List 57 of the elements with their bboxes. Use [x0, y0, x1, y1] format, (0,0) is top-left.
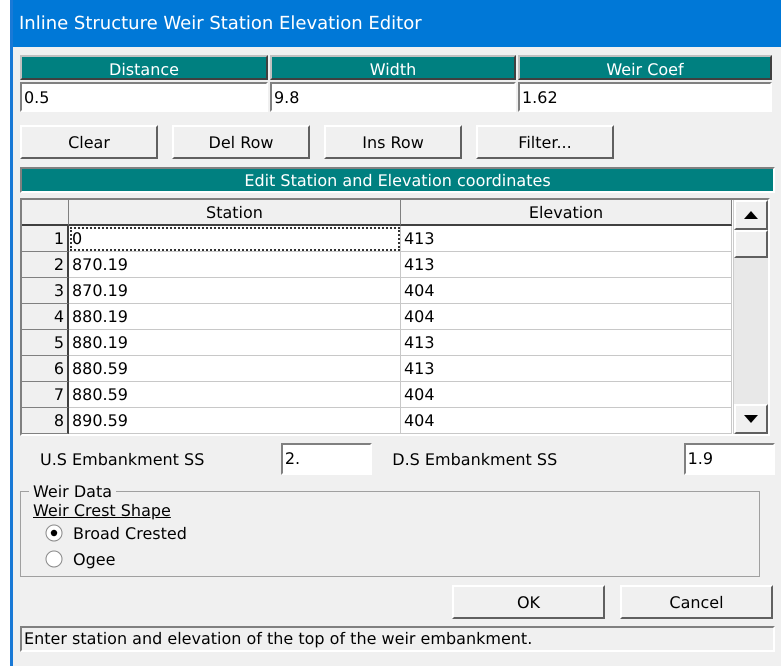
table-cell[interactable]: 870.19	[69, 252, 401, 278]
scroll-up-button[interactable]	[734, 200, 768, 230]
section-label: Weir Crest Shape	[33, 501, 172, 520]
table-cell[interactable]: 404	[401, 408, 732, 434]
row-number: 4	[22, 304, 69, 330]
input-field[interactable]: 1.9	[684, 443, 776, 475]
table-cell[interactable]: 880.19	[69, 304, 401, 330]
window-title: Inline Structure Weir Station Elevation Editor	[13, 0, 781, 47]
scroll-down-button[interactable]	[734, 404, 768, 434]
toolbar-button[interactable]: Clear	[20, 125, 158, 159]
field-label: U.S Embankment SS	[39, 450, 206, 468]
table-cell[interactable]: 890.59	[69, 408, 401, 434]
field-label: D.S Embankment SS	[391, 450, 558, 468]
radio-label[interactable]: Ogee	[73, 550, 116, 568]
table-cell[interactable]: 9.8	[270, 82, 516, 112]
table-cell[interactable]: 413	[401, 356, 732, 382]
column-header: Station	[69, 200, 401, 226]
toolbar-button[interactable]: Filter...	[476, 125, 614, 159]
row-number: 8	[22, 408, 69, 434]
up-triangle-icon	[744, 211, 758, 219]
table-cell[interactable]: 870.19	[69, 278, 401, 304]
toolbar-button[interactable]: Del Row	[172, 125, 310, 159]
table-cell[interactable]: 0.5	[20, 82, 268, 112]
table-cell[interactable]: 404	[401, 278, 732, 304]
table-cell[interactable]: 880.59	[69, 382, 401, 408]
row-number: 1	[22, 226, 69, 252]
row-number: 6	[22, 356, 69, 382]
column-header: Distance	[20, 55, 268, 80]
table-cell[interactable]: 880.59	[69, 356, 401, 382]
scrollbar[interactable]	[733, 200, 768, 434]
scroll-thumb[interactable]	[734, 230, 768, 258]
group-title: Weir Data	[32, 482, 114, 501]
down-triangle-icon	[744, 415, 758, 423]
radio-button[interactable]	[45, 524, 63, 542]
column-header: Elevation	[401, 200, 732, 226]
toolbar-button[interactable]: Ins Row	[324, 125, 462, 159]
table-cell[interactable]: 1.62	[518, 82, 772, 112]
table-cell[interactable]: 404	[401, 382, 732, 408]
status-bar: Enter station and elevation of the top of the weir embankment.	[20, 626, 775, 652]
row-number: 2	[22, 252, 69, 278]
table-cell[interactable]: 0	[69, 226, 401, 252]
table-cell[interactable]: 413	[401, 226, 732, 252]
radio-button[interactable]	[45, 550, 63, 568]
column-header: Weir Coef	[518, 55, 772, 80]
dialog-button[interactable]: OK	[452, 585, 605, 619]
row-number: 5	[22, 330, 69, 356]
radio-label[interactable]: Broad Crested	[73, 524, 187, 542]
dialog-button[interactable]: Cancel	[620, 585, 773, 619]
column-header: Width	[270, 55, 516, 80]
table-title: Edit Station and Elevation coordinates	[20, 167, 775, 193]
table-cell[interactable]: 404	[401, 304, 732, 330]
row-number: 3	[22, 278, 69, 304]
table-cell[interactable]: 413	[401, 252, 732, 278]
input-field[interactable]: 2.	[280, 443, 372, 475]
table-cell[interactable]: 880.19	[69, 330, 401, 356]
row-number: 7	[22, 382, 69, 408]
table-cell[interactable]: 413	[401, 330, 732, 356]
